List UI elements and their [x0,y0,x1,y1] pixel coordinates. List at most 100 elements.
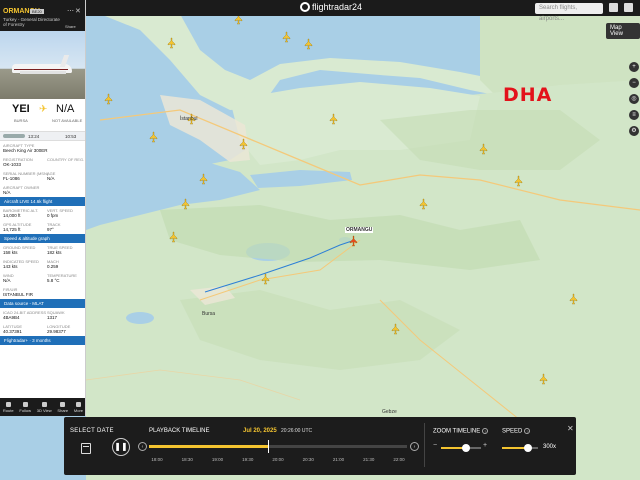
section-header-data-source[interactable]: Data source - MLAT [0,299,85,308]
detail-row: Serial number (MSN) FL-1086 Age N/A [0,169,85,183]
map-canvas[interactable]: İstanbul Bursa Gebze ORMANGU [0,0,640,480]
footer-share-button[interactable]: Share [57,401,69,413]
detail-row: Indicated speed 143 kts Mach 0.259 [0,257,85,271]
progress-pill [3,134,25,138]
detail-row: Aircraft type Beech King Air 300ER [0,141,85,155]
calendar-icon[interactable] [81,443,91,454]
playback-divider [424,423,425,467]
menu-icon[interactable] [624,3,633,12]
playback-time: 20:26:00 UTC [281,428,313,434]
timeline-tick-label: 19:30 [242,457,254,462]
destination-code: N/A [56,103,75,115]
flight-info-panel: ORMANGU BE20 ⋯ ✕ Turkey - General Direct… [0,0,86,416]
playback-timeline-track[interactable] [149,440,407,453]
footer-3d-view-button[interactable]: 3D View [36,401,52,413]
position-details: ICAO 24-bit address 4BA9B4 Squawk 1317 Latit… [0,308,85,336]
schedule-bar: 13:24 10:53 [0,131,85,141]
schedule-right-time: 10:53 [65,134,77,139]
origin-code[interactable]: YEI [12,103,30,115]
share-icon [60,401,66,407]
close-playback-icon[interactable]: ✕ [567,424,574,433]
pause-button[interactable]: ❚❚ [112,438,130,456]
aircraft-type-badge: BE20 [30,9,44,14]
detail-row: Wind N/A Temperature 5.8 °C [0,271,85,285]
footer-more-button[interactable]: More [73,401,84,413]
detail-row: Ground speed 158 kts True speed 182 kts [0,243,85,257]
uluabat-lake [126,312,154,324]
select-date-label: SELECT DATE [70,428,114,434]
detail-value: OK-1033 [3,162,22,167]
layers-icon[interactable]: ≡ [629,110,639,120]
detail-value: 97° [47,227,54,232]
map-view-button[interactable]: Map View [606,23,640,39]
zoom-out-icon[interactable]: − [629,78,639,88]
settings-icon[interactable]: ⚙ [629,126,639,136]
playback-date[interactable]: Jul 20, 2025 [243,428,277,434]
section-header-history[interactable]: Flightradar+ · 3 months [0,336,85,345]
detail-row: ICAO 24-bit address 4BA9B4 Squawk 1317 [0,308,85,322]
help-icon[interactable]: ? [482,428,489,434]
detail-value: FL-1086 [3,176,20,181]
timeline-tick-label: 18:30 [181,457,193,462]
detail-value: N/A [3,278,11,283]
more-icon [75,401,81,407]
detail-row: FIR/UIR ISTANBUL FIR [0,285,85,299]
panel-footer: Route Follow 3D View Share More [0,398,85,416]
detail-value: 14,000 ft [3,213,21,218]
share-link[interactable]: Share [65,24,76,29]
footer-label: 3D View [36,407,52,413]
playback-timeline-label: PLAYBACK TIMELINE [149,428,210,434]
compass-icon[interactable]: ◎ [629,94,639,104]
aircraft-details: Aircraft type Beech King Air 300ER Registr… [0,141,85,197]
detail-value: 40.37391 [3,329,22,334]
section-header-graph[interactable]: Speed & altitude graph [0,234,85,243]
map-label-bilecik: Gebze [382,409,397,415]
destination-city: NOT AVAILABLE [52,118,83,123]
radar-icon [300,2,310,12]
map-terrain [0,0,640,480]
timeline-tick-label: 21:30 [363,457,375,462]
altitude-details: Barometric alt. 14,000 ft Vert. speed 0 fpm… [0,206,85,234]
zoom-in-icon[interactable]: + [629,62,639,72]
timeline-tick-label: 22:00 [393,457,405,462]
section-header-live[interactable]: Aircraft LIVE 14.6k flight [0,197,85,206]
zoom-timeline-knob[interactable] [461,444,470,452]
aircraft-photo[interactable] [0,31,85,99]
detail-value: ISTANBUL FIR [3,292,34,297]
speed-knob[interactable] [523,444,532,452]
zoom-out-timeline-icon[interactable]: − [433,442,437,449]
speed-label: SPEED? [502,428,531,435]
detail-value: 158 kts [3,250,18,255]
detail-row: Barometric alt. 14,000 ft Vert. speed 0 fpm [0,206,85,220]
app-logo[interactable]: flightradar24 [300,2,362,12]
footer-follow-button[interactable]: Follow [19,401,31,413]
detail-row: Registration OK-1033 Country of reg. [0,155,85,169]
detail-value: 1317 [47,315,58,320]
speed-slider[interactable] [502,444,538,452]
zoom-in-timeline-icon[interactable]: + [483,442,487,449]
footer-label: Share [57,407,69,413]
close-icon[interactable]: ✕ [75,7,81,15]
footer-label: Follow [19,407,31,413]
timeline-tick-label: 20:00 [272,457,284,462]
detail-value: 0 fpm [47,213,59,218]
playback-timeline-progress [149,445,268,448]
map-label-istanbul: İstanbul [180,116,198,122]
speed-details: Ground speed 158 kts True speed 182 kts Indi… [0,243,85,299]
step-back-button[interactable]: ‹ [138,442,147,451]
playback-cursor[interactable] [267,440,269,453]
detail-row: Latitude 40.37391 Longitude 29.98377 [0,322,85,336]
detail-value: 29.98377 [47,329,66,334]
detail-value: 143 kts [3,264,18,269]
zoom-timeline-slider[interactable] [441,444,481,452]
zoom-timeline-label: ZOOM TIMELINE? [433,428,489,435]
search-input[interactable]: Search flights, airports... [535,3,603,22]
footer-route-button[interactable]: Route [3,401,14,413]
step-forward-button[interactable]: › [410,442,419,451]
user-icon[interactable] [609,3,618,12]
footer-label: More [73,407,84,413]
top-bar: flightradar24 Search flights, airports..… [0,0,640,22]
route-icon [5,401,11,407]
help-icon[interactable]: ? [524,428,531,434]
more-icon[interactable]: ⋯ [67,7,74,15]
